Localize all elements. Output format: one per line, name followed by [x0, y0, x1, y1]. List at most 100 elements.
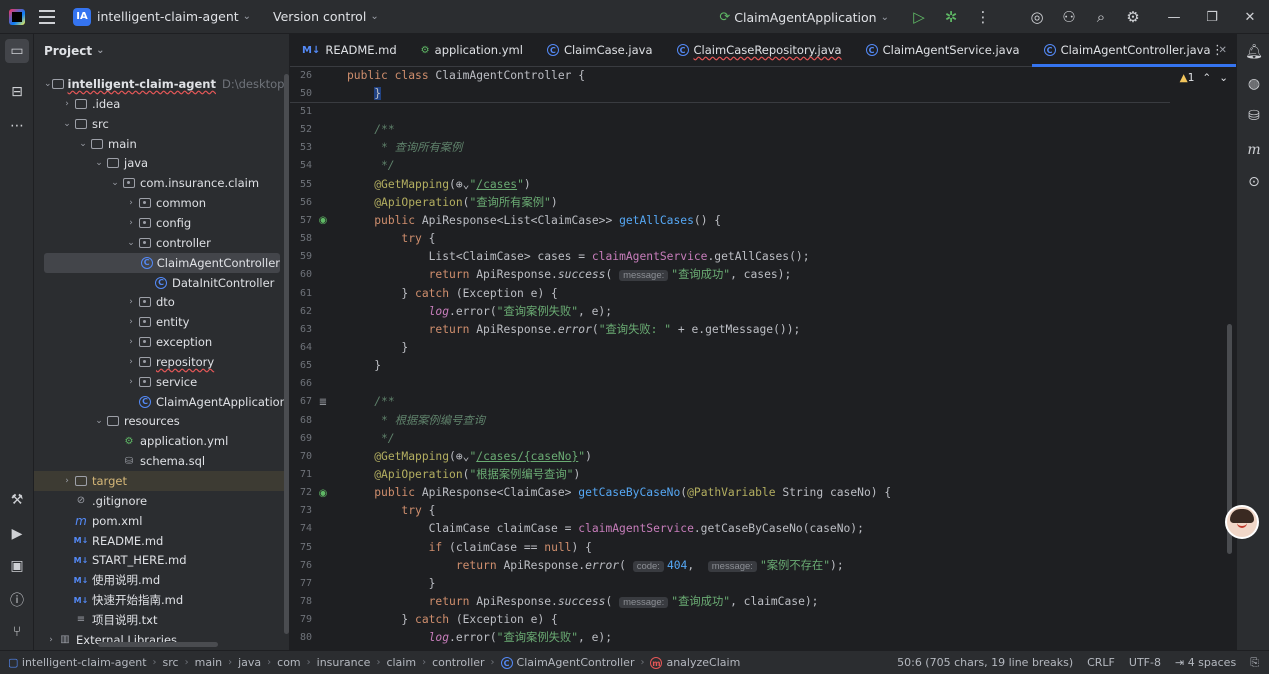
code-line[interactable]: List<ClaimCase> cases = claimAgentServic… [347, 248, 810, 266]
database-icon[interactable]: ⛁ [1242, 104, 1266, 128]
next-highlight-icon[interactable]: ⌄ [1219, 72, 1228, 84]
code-line[interactable]: @GetMapping(⊕⌄"/cases") [347, 176, 530, 194]
terminal-icon[interactable]: ▣ [5, 554, 29, 578]
code-line[interactable]: } [347, 357, 381, 375]
code-line[interactable]: /** [347, 393, 394, 411]
code-line[interactable]: * 根据案例编号查询 [347, 412, 485, 430]
tree-item[interactable]: C DataInitController [34, 273, 289, 293]
collapsed-chevron-icon[interactable]: › [124, 317, 138, 327]
indent-setting[interactable]: ⇥ 4 spaces [1175, 656, 1236, 669]
git-branch-icon[interactable]: ⑂ [5, 620, 29, 644]
collapsed-chevron-icon[interactable]: › [44, 635, 58, 645]
editor-tab[interactable]: C ClaimCaseRepository.java [665, 34, 854, 67]
tree-item[interactable]: C ClaimAgentApplication [34, 392, 289, 412]
tree-item[interactable]: M↓ README.md [34, 531, 289, 551]
render-doc-icon[interactable]: ≣ [316, 393, 330, 411]
line-separator[interactable]: CRLF [1087, 656, 1115, 669]
code-line[interactable]: return ApiResponse.error( code: 404, mess… [347, 557, 844, 575]
code-line[interactable]: @ApiOperation("查询所有案例") [347, 194, 557, 212]
inspection-widget[interactable]: ▲1 ⌃ ⌄ [1180, 72, 1228, 84]
breadcrumb-item[interactable]: com [277, 656, 301, 669]
tree-item[interactable]: › service [34, 372, 289, 392]
code-line[interactable]: } catch (Exception e) { [347, 285, 557, 303]
search-icon[interactable]: ⌕ [1085, 8, 1117, 26]
expanded-chevron-icon[interactable]: ⌄ [44, 79, 52, 89]
code-line[interactable]: } [347, 575, 436, 593]
expanded-chevron-icon[interactable]: ⌄ [60, 119, 74, 129]
code-line[interactable]: ClaimCase claimCase = claimAgentService.… [347, 520, 864, 538]
tree-item[interactable]: › exception [34, 332, 289, 352]
main-menu-icon[interactable] [39, 9, 55, 24]
tree-item[interactable]: ≡ 项目说明.txt [34, 610, 289, 630]
tree-item[interactable]: ⌄ controller [34, 233, 289, 253]
code-line[interactable]: return ApiResponse.success( message: "查询成… [347, 593, 818, 611]
endpoint-gutter-icon[interactable]: ◉ [316, 212, 330, 230]
run-configuration-selector[interactable]: ⟳ ClaimAgentApplication ⌄ [719, 10, 889, 25]
code-line[interactable]: } [347, 339, 408, 357]
tree-item[interactable]: ⌄ com.insurance.claim [34, 173, 289, 193]
endpoint-gutter-icon[interactable]: ◉ [316, 484, 330, 502]
project-switcher[interactable]: intelligent-claim-agent [97, 9, 239, 24]
collapsed-chevron-icon[interactable]: › [124, 297, 138, 307]
tree-item[interactable]: › common [34, 193, 289, 213]
collapsed-chevron-icon[interactable]: › [124, 218, 138, 228]
code-line[interactable]: */ [347, 157, 395, 175]
tree-item[interactable]: M↓ 快速开始指南.md [34, 590, 289, 610]
add-user-icon[interactable]: ⚇ [1053, 8, 1085, 26]
tree-item[interactable]: M↓ START_HERE.md [34, 550, 289, 570]
file-encoding[interactable]: UTF-8 [1129, 656, 1161, 669]
settings-gear-icon[interactable]: ⚙ [1117, 8, 1149, 26]
project-folder-icon[interactable]: ▭ [5, 39, 29, 63]
breadcrumb-item[interactable]: insurance [317, 656, 371, 669]
project-badge[interactable]: IA [73, 7, 91, 26]
structure-icon[interactable]: ⊟ [5, 80, 29, 104]
code-line[interactable]: @GetMapping(⊕⌄"/cases/{caseNo}") [347, 448, 592, 466]
close-window-button[interactable]: ✕ [1231, 10, 1269, 25]
project-panel-header[interactable]: Project ⌄ [34, 34, 289, 67]
code-line[interactable]: try { [347, 502, 435, 520]
expanded-chevron-icon[interactable]: ⌄ [108, 178, 122, 188]
code-line[interactable]: */ [347, 430, 395, 448]
run-icon[interactable]: ▷ [903, 8, 935, 26]
code-line[interactable]: /** [347, 121, 394, 139]
breadcrumb-item[interactable]: ▢ intelligent-claim-agent [8, 656, 147, 669]
code-line[interactable]: public ApiResponse<ClaimCase> getCaseByC… [347, 484, 891, 502]
restore-window-button[interactable]: ❐ [1193, 10, 1231, 25]
version-control-menu[interactable]: Version control [273, 9, 366, 24]
breadcrumb-item[interactable]: claim [386, 656, 416, 669]
problems-icon[interactable]: ⓘ [5, 588, 29, 612]
more-tools-icon[interactable]: ⋯ [5, 114, 29, 138]
notifications-bell-icon[interactable]: 🔔︎ [1242, 40, 1266, 64]
tree-item[interactable]: ⊘ .gitignore [34, 491, 289, 511]
tree-item[interactable]: M↓ 使用说明.md [34, 570, 289, 590]
code-line[interactable]: } [347, 85, 382, 103]
breadcrumb-item[interactable]: src [163, 656, 179, 669]
build-hammer-icon[interactable]: ⚒ [5, 488, 29, 512]
expanded-chevron-icon[interactable]: ⌄ [92, 158, 106, 168]
more-actions-icon[interactable]: ⋮ [967, 8, 999, 26]
code-line[interactable]: } catch (Exception e) { [347, 611, 557, 629]
previous-highlight-icon[interactable]: ⌃ [1202, 72, 1211, 84]
intellij-logo-icon[interactable] [9, 8, 25, 25]
breadcrumb-item[interactable]: main [195, 656, 222, 669]
caret-position[interactable]: 50:6 (705 chars, 19 line breaks) [897, 656, 1073, 669]
tree-item[interactable]: › repository [34, 352, 289, 372]
breadcrumb-item[interactable]: C ClaimAgentController [500, 656, 634, 670]
tree-item[interactable]: › config [34, 213, 289, 233]
ai-chat-icon[interactable]: ◍ [1242, 72, 1266, 96]
code-line[interactable]: public ApiResponse<List<ClaimCase>> getA… [347, 212, 721, 230]
readonly-toggle-icon[interactable]: ⎘ [1250, 656, 1259, 670]
project-horizontal-scrollbar[interactable] [98, 642, 218, 647]
tree-item[interactable]: › dto [34, 292, 289, 312]
collapsed-chevron-icon[interactable]: › [124, 198, 138, 208]
editor-tab[interactable]: M↓ README.md [290, 34, 409, 67]
editor-tab[interactable]: C ClaimAgentService.java [854, 34, 1032, 67]
code-line[interactable]: log.error("查询案例失败", e); [347, 303, 612, 321]
debug-icon[interactable]: ✲ [935, 8, 967, 26]
tree-item[interactable]: ⌄ java [34, 153, 289, 173]
tree-item[interactable]: ⛁ schema.sql [34, 451, 289, 471]
editor-tab[interactable]: C ClaimCase.java [535, 34, 665, 67]
collapsed-chevron-icon[interactable]: › [124, 357, 138, 367]
tree-item[interactable]: m pom.xml [34, 511, 289, 531]
code-view[interactable]: 51 52 /** 53 * 查询所有案例 54 */ 55 @GetMapping(⊕… [290, 103, 1230, 650]
